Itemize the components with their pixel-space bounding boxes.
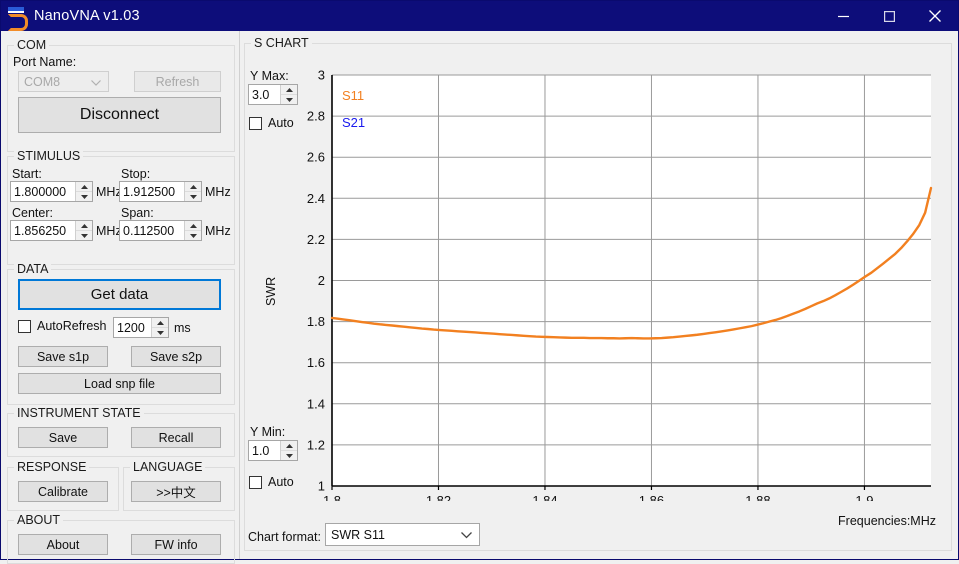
chart-format-select[interactable]: SWR S11 xyxy=(325,523,480,546)
stepper-arrows[interactable] xyxy=(75,182,92,201)
chevron-down-icon xyxy=(91,75,101,89)
title-bar: NanoVNA v1.03 xyxy=(1,1,958,31)
center-frequency-input[interactable] xyxy=(11,221,75,240)
autorefresh-checkbox[interactable]: AutoRefresh xyxy=(18,319,106,333)
legend-label-S11: S11 xyxy=(342,88,364,103)
span-stepper[interactable] xyxy=(119,220,202,241)
calibrate-button[interactable]: Calibrate xyxy=(18,481,108,502)
stepper-up-icon xyxy=(76,221,92,231)
save-s2p-button[interactable]: Save s2p xyxy=(131,346,221,367)
language-toggle-button[interactable]: >>中文 xyxy=(131,481,221,502)
com-port-select[interactable]: COM8 xyxy=(18,71,109,92)
autorefresh-unit-label: ms xyxy=(174,321,191,335)
chart-format-label: Chart format: xyxy=(248,530,321,544)
y-tick-label: 3 xyxy=(318,68,325,83)
stop-frequency-stepper[interactable] xyxy=(119,181,202,202)
y-tick-label: 2.6 xyxy=(307,150,325,165)
chart-format-value: SWR S11 xyxy=(331,527,385,542)
close-icon[interactable] xyxy=(912,1,958,31)
checkbox-box xyxy=(18,319,31,333)
stop-frequency-input[interactable] xyxy=(120,182,184,201)
stepper-arrows[interactable] xyxy=(151,318,168,337)
stepper-down-icon xyxy=(185,231,201,240)
instrument-state-group-legend: INSTRUMENT STATE xyxy=(14,406,144,420)
legend-label-S21: S21 xyxy=(342,115,365,130)
y-tick-label: 1.8 xyxy=(307,314,325,329)
window-title: NanoVNA v1.03 xyxy=(34,8,140,24)
window-controls xyxy=(820,1,958,31)
y-tick-label: 2.8 xyxy=(307,109,325,124)
center-label: Center: xyxy=(12,206,53,220)
y-tick-label: 2 xyxy=(318,273,325,288)
stepper-up-icon xyxy=(76,182,92,192)
chart-pane: S CHART Y Max: Auto Y Min: xyxy=(240,31,958,559)
com-group-legend: COM xyxy=(14,38,50,52)
save-s1p-button[interactable]: Save s1p xyxy=(18,346,108,367)
get-data-button[interactable]: Get data xyxy=(18,279,221,310)
autorefresh-label: AutoRefresh xyxy=(37,319,107,333)
load-snp-file-button[interactable]: Load snp file xyxy=(18,373,221,394)
chevron-down-icon xyxy=(461,528,472,542)
x-tick-label: 1.86 xyxy=(639,493,664,501)
state-recall-button[interactable]: Recall xyxy=(131,427,221,448)
stimulus-group-legend: STIMULUS xyxy=(14,149,84,163)
autorefresh-interval-input[interactable] xyxy=(114,318,151,337)
y-tick-label: 2.4 xyxy=(307,191,325,206)
stepper-up-icon xyxy=(152,318,168,328)
stop-label: Stop: xyxy=(121,167,151,181)
language-group-legend: LANGUAGE xyxy=(130,460,206,474)
port-name-label: Port Name: xyxy=(13,55,77,69)
about-button[interactable]: About xyxy=(18,534,108,555)
data-group-legend: DATA xyxy=(14,262,52,276)
disconnect-button[interactable]: Disconnect xyxy=(18,97,221,133)
span-input[interactable] xyxy=(120,221,184,240)
stepper-arrows[interactable] xyxy=(184,182,201,201)
start-unit-label: MHz xyxy=(96,185,122,199)
x-tick-label: 1.84 xyxy=(532,493,557,501)
chart-svg: 11.21.41.61.822.22.42.62.831.8 1.82 1.84 1.… xyxy=(307,68,933,501)
y-tick-label: 1.4 xyxy=(307,396,325,411)
client-area: COM Port Name: COM8 Refresh Disconnect S… xyxy=(1,31,958,564)
start-frequency-input[interactable] xyxy=(11,182,75,201)
stop-unit-label: MHz xyxy=(205,185,231,199)
chart-x-axis-label: Frequencies:MHz xyxy=(838,514,936,528)
minimize-icon[interactable] xyxy=(820,1,866,31)
about-group-legend: ABOUT xyxy=(14,513,64,527)
y-tick-label: 1 xyxy=(318,479,325,494)
x-tick-label: 1.9 xyxy=(855,493,873,501)
stepper-arrows[interactable] xyxy=(75,221,92,240)
y-tick-label: 1.2 xyxy=(307,437,325,452)
stepper-up-icon xyxy=(185,182,201,192)
center-frequency-stepper[interactable] xyxy=(10,220,93,241)
left-control-pane: COM Port Name: COM8 Refresh Disconnect S… xyxy=(1,31,240,564)
nanovna-logo-icon xyxy=(6,5,28,31)
stepper-down-icon xyxy=(152,328,168,337)
y-tick-label: 1.6 xyxy=(307,355,325,370)
x-tick-label: 1.82 xyxy=(426,493,451,501)
x-tick-label: 1.8 xyxy=(323,493,341,501)
span-label: Span: xyxy=(121,206,154,220)
center-unit-label: MHz xyxy=(96,224,122,238)
com-port-value: COM8 xyxy=(24,74,61,89)
response-group-legend: RESPONSE xyxy=(14,460,90,474)
stepper-down-icon xyxy=(76,192,92,201)
fw-info-button[interactable]: FW info xyxy=(131,534,221,555)
start-label: Start: xyxy=(12,167,42,181)
stepper-down-icon xyxy=(76,231,92,240)
stepper-up-icon xyxy=(185,221,201,231)
stepper-arrows[interactable] xyxy=(184,221,201,240)
state-save-button[interactable]: Save xyxy=(18,427,108,448)
stepper-down-icon xyxy=(185,192,201,201)
start-frequency-stepper[interactable] xyxy=(10,181,93,202)
span-unit-label: MHz xyxy=(205,224,231,238)
maximize-icon[interactable] xyxy=(866,1,912,31)
autorefresh-interval-stepper[interactable] xyxy=(113,317,169,338)
y-tick-label: 2.2 xyxy=(307,232,325,247)
refresh-button[interactable]: Refresh xyxy=(134,71,221,92)
x-tick-label: 1.88 xyxy=(745,493,770,501)
app-window: NanoVNA v1.03 COM Port Name: COM8 Refres… xyxy=(0,0,959,564)
